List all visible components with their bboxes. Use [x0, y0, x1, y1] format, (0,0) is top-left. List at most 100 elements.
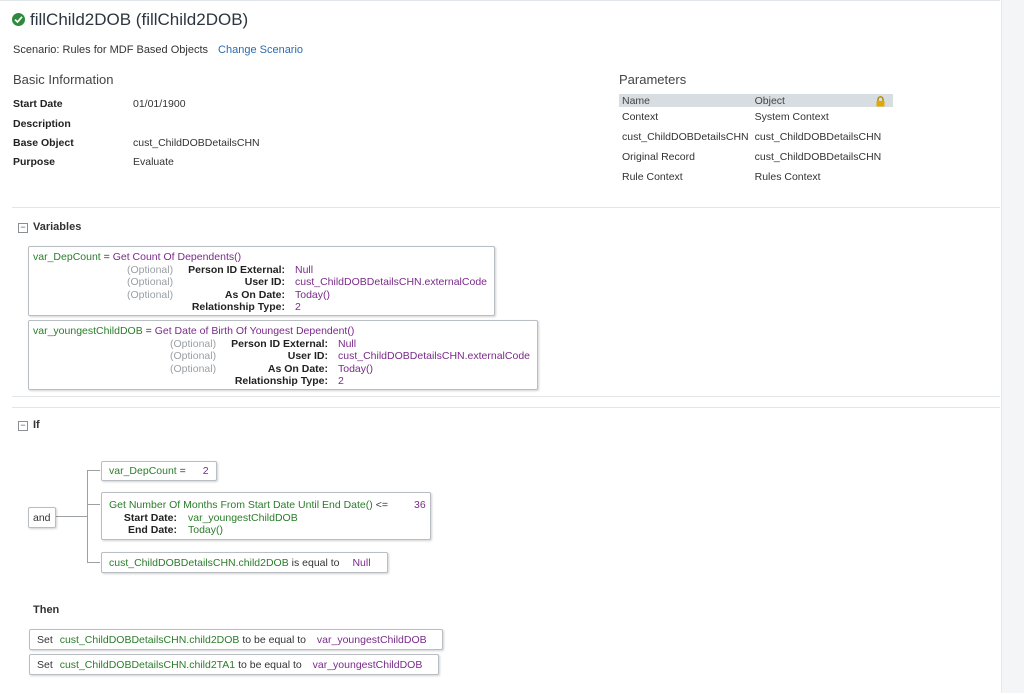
- optional-tag: (Optional): [170, 363, 217, 375]
- action-value[interactable]: var_youngestChildDOB: [313, 659, 423, 671]
- collapse-variables-toggle[interactable]: −: [18, 223, 28, 233]
- param-label: User ID:: [287, 350, 328, 362]
- connector-line: [87, 470, 100, 471]
- condition-operator: =: [179, 465, 186, 477]
- action-card[interactable]: Set cust_ChildDOBDetailsCHN.child2DOB to…: [29, 629, 443, 650]
- collapse-if-toggle[interactable]: −: [18, 421, 28, 431]
- param-label: Relationship Type:: [234, 375, 328, 387]
- operator-label: and: [33, 512, 51, 524]
- start-date-label: Start Date: [13, 98, 63, 110]
- param-value[interactable]: 2: [338, 375, 344, 387]
- param-value[interactable]: Null: [295, 264, 313, 276]
- action-operator: to be equal to: [242, 634, 306, 646]
- action-set-keyword: Set: [37, 659, 53, 671]
- condition-operator: is equal to: [291, 557, 340, 569]
- description-label: Description: [13, 118, 71, 130]
- page-title: fillChild2DOB (fillChild2DOB): [12, 10, 248, 30]
- param-name: Context: [622, 111, 659, 123]
- param-label: Person ID External:: [231, 338, 328, 350]
- action-field[interactable]: cust_ChildDOBDetailsCHN.child2TA1: [60, 659, 235, 671]
- param-label: As On Date:: [224, 289, 285, 301]
- equals-sign: =: [145, 325, 152, 337]
- optional-tag: (Optional): [127, 289, 174, 301]
- purpose-label: Purpose: [13, 156, 56, 168]
- param-label: Relationship Type:: [191, 301, 285, 313]
- action-set-keyword: Set: [37, 634, 53, 646]
- equals-sign: =: [103, 251, 110, 263]
- action-value[interactable]: var_youngestChildDOB: [317, 634, 427, 646]
- base-object-label: Base Object: [13, 137, 74, 149]
- connector-line: [87, 562, 100, 563]
- condition-card[interactable]: Get Number Of Months From Start Date Unt…: [101, 492, 431, 540]
- function-name[interactable]: Get Count Of Dependents(): [113, 251, 241, 263]
- parameters-table: Name Object Context System Context cust_…: [619, 94, 893, 187]
- column-header-name: Name: [619, 94, 752, 107]
- action-field[interactable]: cust_ChildDOBDetailsCHN.child2DOB: [60, 634, 240, 646]
- scrollbar-track[interactable]: [1001, 0, 1024, 693]
- param-value[interactable]: cust_ChildDOBDetailsCHN.externalCode: [295, 276, 487, 288]
- param-object: cust_ChildDOBDetailsCHN: [754, 131, 882, 143]
- param-value[interactable]: 2: [295, 301, 301, 313]
- then-heading: Then: [33, 604, 60, 616]
- condition-expression: Get Number Of Months From Start Date Unt…: [109, 499, 388, 511]
- variable-definition: var_DepCount = Get Count Of Dependents(): [33, 251, 241, 263]
- condition-expression: var_DepCount = 2: [109, 465, 209, 477]
- param-object-text: cust_ChildDOBDetailsCHN: [754, 151, 882, 163]
- lock-icon: [876, 96, 885, 107]
- param-value[interactable]: Null: [338, 338, 356, 350]
- change-scenario-link[interactable]: Change Scenario: [218, 44, 303, 56]
- action-expression: Set cust_ChildDOBDetailsCHN.child2DOB to…: [37, 634, 427, 646]
- variable-card[interactable]: var_DepCount = Get Count Of Dependents()…: [28, 246, 495, 316]
- param-value[interactable]: Today(): [338, 363, 373, 375]
- condition-right[interactable]: 36: [414, 499, 426, 511]
- condition-card[interactable]: cust_ChildDOBDetailsCHN.child2DOB is equ…: [101, 552, 388, 573]
- variable-definition: var_youngestChildDOB = Get Date of Birth…: [33, 325, 354, 337]
- param-label: User ID:: [244, 276, 285, 288]
- param-value[interactable]: Today(): [188, 524, 223, 536]
- param-name: Original Record: [622, 151, 695, 163]
- action-card[interactable]: Set cust_ChildDOBDetailsCHN.child2TA1 to…: [29, 654, 439, 675]
- optional-tag: (Optional): [127, 276, 174, 288]
- condition-function[interactable]: Get Number Of Months From Start Date Unt…: [109, 499, 373, 511]
- condition-right[interactable]: 2: [203, 465, 209, 477]
- condition-left[interactable]: var_DepCount: [109, 465, 177, 477]
- if-panel: [12, 407, 1000, 694]
- param-label: As On Date:: [267, 363, 328, 375]
- column-header-object: Object: [751, 94, 893, 107]
- and-operator-button[interactable]: and: [28, 507, 56, 528]
- param-name: cust_ChildDOBDetailsCHN: [622, 131, 749, 143]
- table-row: Rule Context Rules Context: [619, 96, 893, 187]
- function-name[interactable]: Get Date of Birth Of Youngest Dependent(…: [155, 325, 355, 337]
- condition-card[interactable]: var_DepCount = 2: [101, 461, 217, 481]
- param-value[interactable]: Today(): [295, 289, 330, 301]
- variable-card[interactable]: var_youngestChildDOB = Get Date of Birth…: [28, 320, 538, 390]
- param-object-text: System Context: [754, 111, 829, 123]
- param-label: Person ID External:: [188, 264, 285, 276]
- param-object: cust_ChildDOBDetailsCHN: [752, 96, 893, 167]
- condition-right[interactable]: Null: [352, 557, 370, 569]
- table-row: Original Record cust_ChildDOBDetailsCHN: [619, 96, 893, 167]
- param-label: End Date:: [127, 524, 177, 536]
- check-circle-icon: [12, 13, 25, 26]
- param-value[interactable]: cust_ChildDOBDetailsCHN.externalCode: [338, 350, 530, 362]
- table-row: cust_ChildDOBDetailsCHN cust_ChildDOBDet…: [619, 127, 893, 147]
- scenario-line: Scenario: Rules for MDF Based Objects Cha…: [13, 44, 303, 56]
- optional-tag: (Optional): [127, 264, 174, 276]
- parameters-heading: Parameters: [619, 72, 687, 87]
- variable-name[interactable]: var_youngestChildDOB: [33, 325, 143, 337]
- parameters-header-row: Name Object: [619, 94, 893, 107]
- param-object: System Context: [752, 96, 893, 127]
- connector-line: [87, 504, 100, 505]
- param-object-text: Rules Context: [754, 171, 821, 183]
- scenario-label: Scenario: Rules for MDF Based Objects: [13, 44, 209, 56]
- param-name: Rule Context: [622, 171, 683, 183]
- condition-expression: cust_ChildDOBDetailsCHN.child2DOB is equ…: [109, 557, 371, 569]
- param-object: Rules Context: [752, 96, 893, 187]
- condition-left[interactable]: cust_ChildDOBDetailsCHN.child2DOB: [109, 557, 289, 569]
- base-object-value: cust_ChildDOBDetailsCHN: [133, 137, 260, 149]
- variable-name[interactable]: var_DepCount: [33, 251, 101, 263]
- optional-tag: (Optional): [170, 338, 217, 350]
- top-border: [0, 0, 1000, 9]
- param-value[interactable]: var_youngestChildDOB: [188, 512, 298, 524]
- connector-line: [54, 516, 87, 517]
